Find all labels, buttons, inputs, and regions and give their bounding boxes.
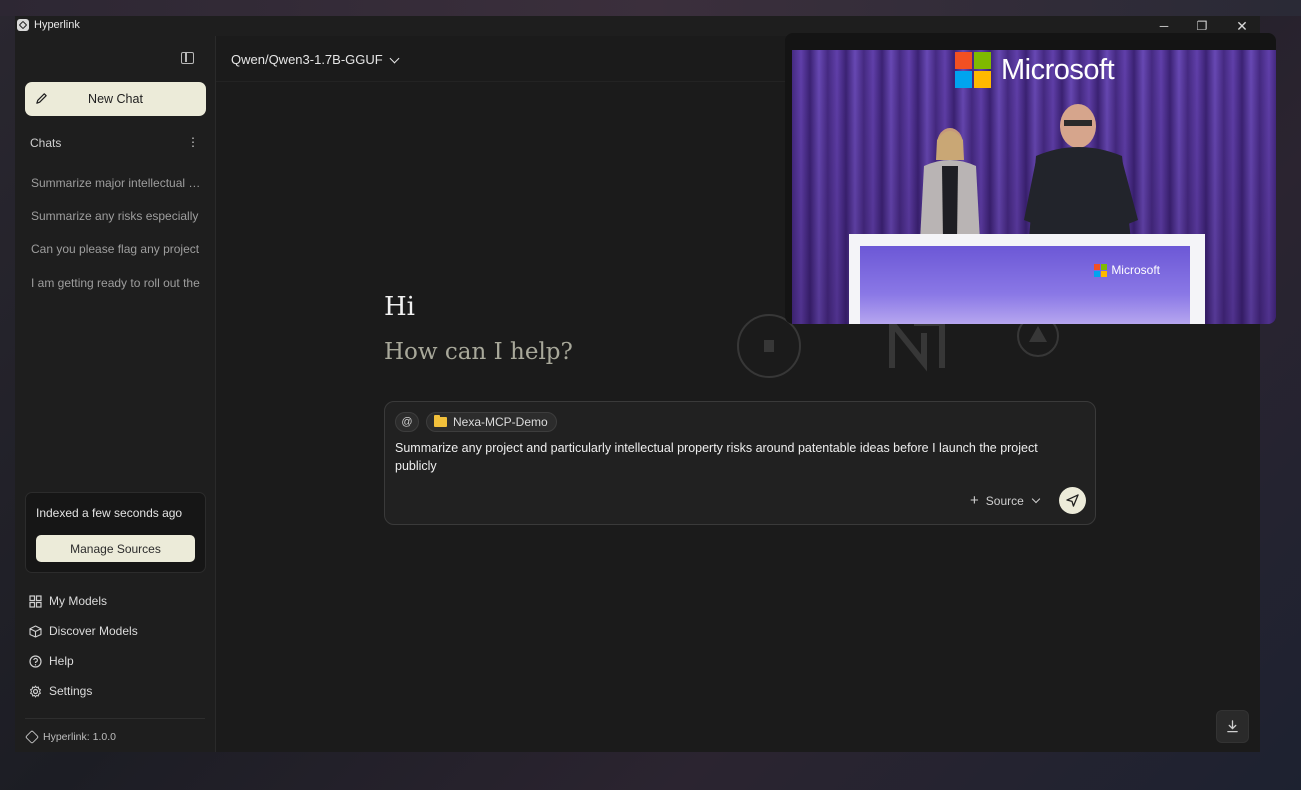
- cube-icon: [29, 624, 42, 638]
- add-source-button[interactable]: + Source: [970, 492, 1041, 509]
- source-label: Source: [985, 493, 1024, 508]
- chat-history-item[interactable]: I am getting ready to roll out the: [31, 276, 201, 290]
- window-title: Hyperlink: [34, 19, 80, 31]
- new-chat-button[interactable]: New Chat: [25, 82, 206, 116]
- nav-label: My Models: [49, 594, 108, 608]
- presenter-left-figure: [920, 128, 980, 241]
- chat-history-item[interactable]: Summarize any risks especially: [31, 209, 201, 223]
- subgreeting: How can I help?: [384, 339, 573, 365]
- mention-button[interactable]: @: [395, 412, 419, 432]
- nav-my-models[interactable]: My Models: [29, 593, 107, 609]
- gear-icon: [30, 685, 41, 697]
- grid-icon: [29, 594, 42, 608]
- index-status-card: Indexed a few seconds ago Manage Sources: [25, 492, 206, 573]
- desktop-background: [0, 0, 1301, 16]
- microsoft-logo: Microsoft: [955, 52, 1115, 88]
- chats-header: Chats: [30, 136, 62, 150]
- podium-microsoft-logo: Microsoft: [1094, 263, 1160, 277]
- send-icon: [1066, 494, 1079, 507]
- podium: Microsoft: [849, 234, 1205, 324]
- download-button[interactable]: [1216, 710, 1249, 743]
- sidebar: New Chat Chats ⋮ Summarize major intelle…: [15, 36, 216, 752]
- pencil-icon: [36, 93, 47, 104]
- chat-history-item[interactable]: Can you please flag any project: [31, 242, 201, 256]
- microsoft-squares-icon: [1094, 263, 1108, 277]
- hyperlink-small-icon: [24, 729, 40, 745]
- download-icon: [1227, 720, 1238, 733]
- chevron-down-icon: [1031, 494, 1041, 504]
- folder-source-chip[interactable]: Nexa-MCP-Demo: [426, 412, 557, 432]
- folder-chip-label: Nexa-MCP-Demo: [453, 415, 548, 429]
- nav-discover-models[interactable]: Discover Models: [29, 623, 138, 639]
- prompt-input[interactable]: Summarize any project and particularly i…: [395, 439, 1075, 475]
- nav-help[interactable]: Help: [29, 653, 74, 669]
- presentation-video-frame: Microsoft Microsoft: [792, 50, 1276, 324]
- microsoft-squares-icon: [955, 52, 991, 88]
- hyperlink-logo-icon: [17, 19, 29, 31]
- new-chat-label: New Chat: [88, 92, 143, 106]
- nav-settings[interactable]: Settings: [29, 683, 92, 699]
- model-name: Qwen/Qwen3-1.7B-GGUF: [231, 52, 383, 67]
- index-status-text: Indexed a few seconds ago: [36, 506, 183, 520]
- chat-history-item[interactable]: Summarize major intellectual property ri…: [31, 176, 201, 190]
- chevron-down-icon: [389, 53, 400, 63]
- plus-icon: +: [970, 492, 979, 509]
- nav-label: Settings: [49, 684, 93, 698]
- send-button[interactable]: [1059, 487, 1086, 514]
- microsoft-wordmark: Microsoft: [1001, 53, 1115, 86]
- podium-wordmark: Microsoft: [1111, 263, 1160, 277]
- manage-sources-button[interactable]: Manage Sources: [36, 535, 195, 562]
- version-info: Hyperlink: 1.0.0: [24, 729, 116, 745]
- version-label: Hyperlink: 1.0.0: [43, 731, 116, 743]
- greeting: Hi: [384, 292, 415, 322]
- sidebar-collapse-icon[interactable]: [181, 52, 194, 64]
- nav-label: Discover Models: [49, 624, 138, 638]
- more-options-icon[interactable]: ⋮: [187, 135, 199, 149]
- prompt-composer: @ Nexa-MCP-Demo Summarize any project an…: [384, 401, 1096, 525]
- nav-label: Help: [49, 654, 74, 668]
- sidebar-divider: [25, 718, 205, 719]
- video-overlay[interactable]: Microsoft Microsoft: [785, 33, 1276, 324]
- folder-icon: [434, 415, 447, 427]
- model-selector[interactable]: Qwen/Qwen3-1.7B-GGUF: [231, 52, 400, 67]
- help-circle-icon: [29, 654, 42, 668]
- podium-screen: Microsoft: [860, 246, 1190, 324]
- presenter-right-figure: [1024, 104, 1138, 250]
